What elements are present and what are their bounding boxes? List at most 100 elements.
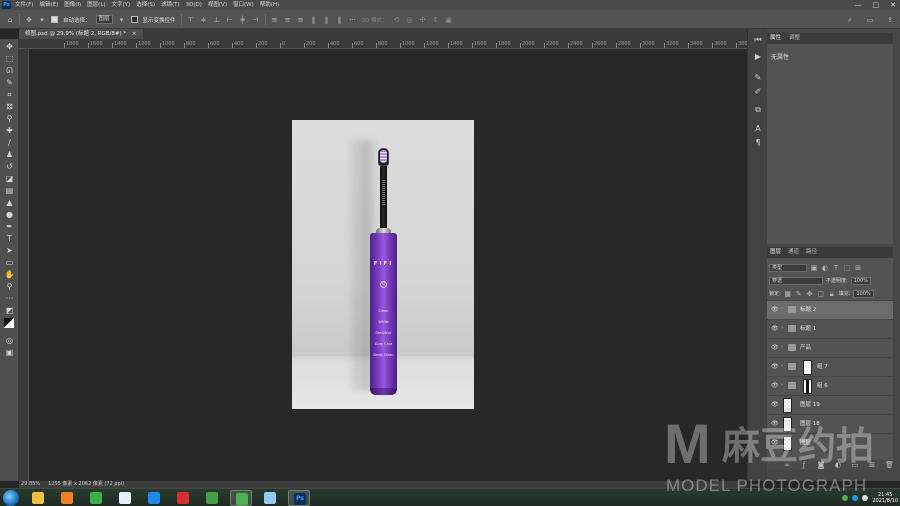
- 3d-scale-icon[interactable]: ▣: [445, 16, 453, 24]
- layer-row[interactable]: 👁︎ › 标题 1: [767, 319, 893, 338]
- chevron-right-icon[interactable]: ›: [781, 325, 783, 331]
- chevron-right-icon[interactable]: ›: [781, 382, 783, 388]
- workspace-icon[interactable]: ▭: [866, 16, 874, 24]
- layer-row[interactable]: 👁︎ › 标题 2: [767, 300, 893, 319]
- taskbar-app-baidu-netdisk[interactable]: [114, 490, 136, 506]
- layer-comps-icon[interactable]: ⧉: [753, 105, 763, 115]
- 3d-roll-icon[interactable]: ◎: [406, 16, 414, 24]
- screen-mode-icon[interactable]: ▣: [4, 348, 15, 358]
- color-swatches-icon[interactable]: [4, 318, 14, 328]
- character-icon[interactable]: A: [753, 124, 763, 134]
- filter-pixel-icon[interactable]: ▣: [810, 264, 818, 272]
- lock-all-icon[interactable]: 🔒︎: [828, 290, 836, 298]
- filter-shape-icon[interactable]: ⬚: [843, 264, 851, 272]
- menu-edit[interactable]: 编辑(E): [39, 0, 58, 10]
- document-info[interactable]: 1255 像素 x 2062 像素 (72 ppi): [48, 481, 124, 488]
- chevron-right-icon[interactable]: ›: [781, 344, 783, 350]
- tab-adjustments[interactable]: 调整: [789, 33, 800, 44]
- new-group-icon[interactable]: ▭: [851, 461, 859, 469]
- eyedropper-tool-icon[interactable]: ⚲: [4, 114, 15, 124]
- align-right-icon[interactable]: ⊣: [252, 16, 260, 24]
- minimize-button[interactable]: —: [855, 1, 862, 9]
- paragraph-icon[interactable]: ¶: [753, 138, 763, 148]
- layer-row[interactable]: 👁︎ 图层 18: [767, 414, 893, 433]
- distribute-middle-icon[interactable]: ≡: [284, 16, 292, 24]
- menu-select[interactable]: 选择(S): [136, 0, 155, 10]
- taskbar-app-explorer[interactable]: [27, 490, 49, 506]
- fill-field[interactable]: 100%: [853, 289, 874, 298]
- menu-layer[interactable]: 图层(L): [87, 0, 105, 10]
- pen-tool-icon[interactable]: ✒: [4, 222, 15, 232]
- filter-type-icon[interactable]: T: [832, 264, 840, 272]
- chevron-right-icon[interactable]: ›: [781, 306, 783, 312]
- close-button[interactable]: ✕: [890, 1, 896, 9]
- layer-mask-thumbnail[interactable]: [803, 360, 812, 375]
- menu-view[interactable]: 视图(V): [208, 0, 227, 10]
- filter-kind-dropdown[interactable]: 类型: [769, 263, 807, 272]
- document-canvas[interactable]: FIFI ⏻ Clean White Sensitive Gum Care De…: [292, 120, 474, 409]
- type-tool-icon[interactable]: T: [4, 234, 15, 244]
- layer-mask-thumbnail[interactable]: [803, 379, 812, 394]
- eye-icon[interactable]: 👁︎: [771, 421, 779, 427]
- path-select-tool-icon[interactable]: ➤: [4, 246, 15, 256]
- distribute-right-icon[interactable]: ‖: [336, 16, 344, 24]
- taskbar-app-photoshop[interactable]: Ps: [288, 490, 310, 506]
- brush-tool-icon[interactable]: ∕: [4, 138, 15, 148]
- menu-type[interactable]: 文字(Y): [112, 0, 131, 10]
- history-icon[interactable]: ⏮: [753, 35, 763, 45]
- eye-icon[interactable]: 👁︎: [771, 345, 779, 351]
- close-icon[interactable]: ×: [132, 31, 137, 37]
- align-left-icon[interactable]: ⊢: [226, 16, 234, 24]
- more-tools-icon[interactable]: ···: [4, 294, 15, 304]
- taskbar-app-camera[interactable]: [259, 490, 281, 506]
- eye-icon[interactable]: 👁︎: [771, 402, 779, 408]
- distribute-bottom-icon[interactable]: ≡: [297, 16, 305, 24]
- dodge-tool-icon[interactable]: ●: [4, 210, 15, 220]
- tray-network-icon[interactable]: [852, 495, 859, 501]
- layer-thumbnail[interactable]: [783, 398, 792, 413]
- menu-help[interactable]: 帮助(H): [260, 0, 279, 10]
- show-transform-checkbox[interactable]: [130, 16, 138, 23]
- taskbar-app-media[interactable]: [56, 490, 78, 506]
- frame-tool-icon[interactable]: ⊠: [4, 102, 15, 112]
- eye-icon[interactable]: 👁︎: [771, 307, 779, 313]
- stamp-tool-icon[interactable]: ♟: [4, 150, 15, 160]
- 3d-pan-icon[interactable]: ✣: [419, 16, 427, 24]
- taskbar-app-wechat[interactable]: [230, 490, 252, 506]
- blend-mode-dropdown[interactable]: 穿透: [769, 276, 823, 285]
- distribute-left-icon[interactable]: ‖: [310, 16, 318, 24]
- 3d-rotate-icon[interactable]: ⟲: [393, 16, 401, 24]
- crop-tool-icon[interactable]: ⌗: [4, 90, 15, 100]
- move-tool-icon[interactable]: ✥: [4, 42, 15, 52]
- tab-properties[interactable]: 属性: [770, 33, 781, 44]
- healing-brush-tool-icon[interactable]: ✚: [4, 126, 15, 136]
- menu-window[interactable]: 窗口(W): [233, 0, 254, 10]
- auto-select-checkbox[interactable]: [51, 16, 58, 23]
- eye-icon[interactable]: 👁︎: [771, 383, 779, 389]
- link-icon[interactable]: ∞: [783, 461, 791, 469]
- auto-select-dropdown[interactable]: 图层: [95, 15, 113, 24]
- move-tool-icon[interactable]: ✥: [25, 16, 33, 24]
- chevron-down-icon[interactable]: ▾: [38, 16, 46, 24]
- align-center-icon[interactable]: ╪: [239, 16, 247, 24]
- eye-icon[interactable]: 👁︎: [771, 364, 779, 370]
- trash-icon[interactable]: 🗑︎: [885, 461, 894, 469]
- filter-adjust-icon[interactable]: ◐: [821, 264, 829, 272]
- adjustment-layer-icon[interactable]: ◐: [834, 461, 842, 469]
- hand-tool-icon[interactable]: ✋: [4, 270, 15, 280]
- lasso-tool-icon[interactable]: ᘏ: [4, 66, 15, 76]
- document-tab[interactable]: 修图.psd @ 29.9% (标题 2, RGB/8#) * ×: [19, 29, 143, 39]
- actions-icon[interactable]: ▶: [753, 52, 763, 62]
- brushes-icon[interactable]: ✐: [753, 87, 763, 97]
- chevron-right-icon[interactable]: ›: [781, 363, 783, 369]
- tab-paths[interactable]: 路径: [806, 247, 817, 258]
- layer-row[interactable]: 👁︎ › 产品: [767, 338, 893, 357]
- align-bottom-icon[interactable]: ⊥: [213, 16, 221, 24]
- taskbar-app-netease-music[interactable]: [172, 490, 194, 506]
- lock-transparent-icon[interactable]: ▦: [784, 290, 792, 298]
- menu-filter[interactable]: 滤镜(T): [161, 0, 180, 10]
- share-icon[interactable]: ⇪: [886, 16, 894, 24]
- lock-paint-icon[interactable]: ✎: [795, 290, 803, 298]
- layer-thumbnail[interactable]: [783, 417, 792, 432]
- clock[interactable]: 21:45 2021/8/10: [872, 492, 898, 504]
